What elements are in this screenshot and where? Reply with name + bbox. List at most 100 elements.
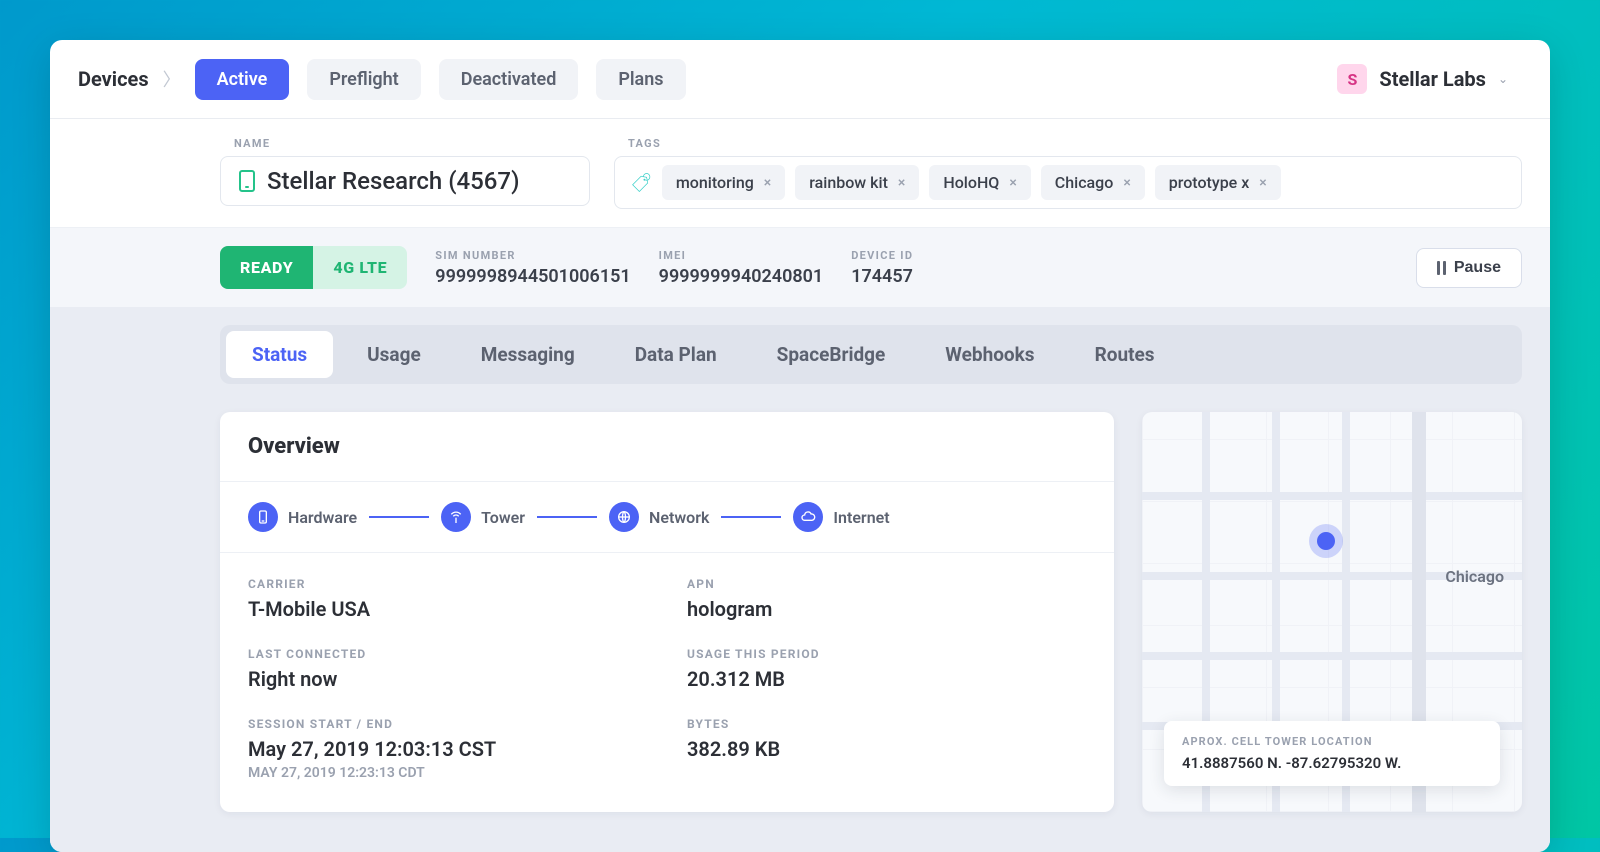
sim-value: 9999998944501006151	[435, 266, 630, 287]
subtab-messaging[interactable]: Messaging	[455, 331, 601, 378]
tab-deactivated[interactable]: Deactivated	[439, 59, 579, 100]
subtab-status[interactable]: Status	[226, 331, 333, 378]
subtab-data-plan[interactable]: Data Plan	[609, 331, 743, 378]
org-switcher[interactable]: S Stellar Labs ⌄	[1323, 58, 1522, 100]
device-icon	[239, 170, 255, 192]
tag-label: HoloHQ	[943, 173, 999, 192]
network-icon	[609, 502, 639, 532]
imei-value: 9999999940240801	[659, 266, 824, 287]
path-node-tower: Tower	[441, 502, 525, 532]
path-label: Hardware	[288, 508, 357, 527]
path-line	[721, 516, 781, 518]
session-label: SESSION START / END	[248, 717, 647, 731]
subtab-routes[interactable]: Routes	[1069, 331, 1181, 378]
status-ready: READY	[220, 246, 313, 289]
map-road	[1142, 492, 1522, 500]
map-badge-title: APROX. CELL TOWER LOCATION	[1182, 735, 1482, 748]
session-end: MAY 27, 2019 12:23:13 CDT	[248, 765, 647, 781]
pause-button[interactable]: Pause	[1416, 248, 1522, 288]
session-start: May 27, 2019 12:03:13 CST	[248, 737, 647, 761]
subtab-webhooks[interactable]: Webhooks	[919, 331, 1060, 378]
tower-icon	[441, 502, 471, 532]
map-card[interactable]: Chicago APROX. CELL TOWER LOCATION 41.88…	[1142, 412, 1522, 812]
last-connected-value: Right now	[248, 667, 647, 691]
bytes-cell: BYTES 382.89 KB	[687, 717, 1086, 781]
path-node-hardware: Hardware	[248, 502, 357, 532]
carrier-value: T-Mobile USA	[248, 597, 647, 621]
sim-number: SIM NUMBER 9999998944501006151	[435, 249, 630, 287]
tag-remove-icon[interactable]: ×	[898, 175, 905, 191]
name-input[interactable]: Stellar Research (4567)	[220, 156, 590, 206]
tag-label: prototype x	[1169, 173, 1250, 192]
subtab-usage[interactable]: Usage	[341, 331, 447, 378]
path-node-internet: Internet	[793, 502, 889, 532]
path-line	[369, 516, 429, 518]
apn-label: APN	[687, 577, 1086, 591]
path-line	[537, 516, 597, 518]
bytes-value: 382.89 KB	[687, 737, 1086, 761]
tags-field: TAGS 🏷 monitoring × rainbow kit × HoloHQ × …	[614, 137, 1522, 209]
session-cell: SESSION START / END May 27, 2019 12:03:1…	[248, 717, 647, 781]
tab-active[interactable]: Active	[195, 59, 290, 100]
map-road	[1142, 652, 1522, 660]
tag-remove-icon[interactable]: ×	[1123, 175, 1130, 191]
device-id-value: 174457	[851, 266, 913, 287]
path-node-network: Network	[609, 502, 709, 532]
status-badge: READY 4G LTE	[220, 246, 407, 289]
breadcrumb-root[interactable]: Devices	[78, 67, 149, 91]
status-network: 4G LTE	[313, 246, 407, 289]
last-connected-cell: LAST CONNECTED Right now	[248, 647, 647, 691]
cloud-icon	[793, 502, 823, 532]
map-location-badge: APROX. CELL TOWER LOCATION 41.8887560 N.…	[1164, 721, 1500, 786]
path-label: Tower	[481, 508, 525, 527]
device-name: Stellar Research (4567)	[267, 167, 519, 195]
tags-input[interactable]: 🏷 monitoring × rainbow kit × HoloHQ × Chica…	[614, 156, 1522, 209]
tag-label: monitoring	[676, 173, 754, 192]
subtabs-wrap: Status Usage Messaging Data Plan SpaceBr…	[50, 307, 1550, 384]
subtab-spacebridge[interactable]: SpaceBridge	[751, 331, 912, 378]
top-bar: Devices 〉 Active Preflight Deactivated P…	[50, 40, 1550, 119]
chevron-right-icon: 〉	[163, 66, 181, 92]
overview-card: Overview Hardware Tower Network	[220, 412, 1114, 812]
last-connected-label: LAST CONNECTED	[248, 647, 647, 661]
tag-label: Chicago	[1055, 173, 1114, 192]
carrier-label: CARRIER	[248, 577, 647, 591]
usage-cell: USAGE THIS PERIOD 20.312 MB	[687, 647, 1086, 691]
hardware-icon	[248, 502, 278, 532]
org-avatar: S	[1337, 64, 1367, 94]
imei: IMEI 9999999940240801	[659, 249, 824, 287]
card-header: Overview	[220, 412, 1114, 482]
tag-label: rainbow kit	[809, 173, 888, 192]
tag-remove-icon[interactable]: ×	[1009, 175, 1016, 191]
map-badge-coords: 41.8887560 N. -87.62795320 W.	[1182, 754, 1482, 772]
map-location-dot	[1317, 532, 1335, 550]
apn-value: hologram	[687, 597, 1086, 621]
device-id-label: DEVICE ID	[851, 249, 913, 262]
tab-preflight[interactable]: Preflight	[307, 59, 420, 100]
top-bar-left: Devices 〉 Active Preflight Deactivated P…	[78, 59, 686, 100]
map-city-label: Chicago	[1445, 567, 1504, 586]
tag-icon: 🏷	[630, 171, 651, 194]
usage-value: 20.312 MB	[687, 667, 1086, 691]
overview-grid: CARRIER T-Mobile USA APN hologram LAST C…	[220, 553, 1114, 811]
pause-icon	[1437, 261, 1446, 275]
tab-plans[interactable]: Plans	[596, 59, 685, 100]
tag-chip: Chicago ×	[1041, 165, 1145, 200]
tag-remove-icon[interactable]: ×	[1259, 175, 1266, 191]
content-area: Overview Hardware Tower Network	[50, 384, 1550, 852]
device-meta-row: NAME Stellar Research (4567) TAGS 🏷 moni…	[50, 119, 1550, 227]
tags-label: TAGS	[614, 137, 1522, 150]
pause-label: Pause	[1454, 259, 1501, 277]
app-window: Devices 〉 Active Preflight Deactivated P…	[50, 40, 1550, 852]
tag-chip: prototype x ×	[1155, 165, 1281, 200]
carrier-cell: CARRIER T-Mobile USA	[248, 577, 647, 621]
org-name: Stellar Labs	[1379, 67, 1486, 91]
sim-label: SIM NUMBER	[435, 249, 630, 262]
path-label: Internet	[833, 508, 889, 527]
tag-chip: HoloHQ ×	[929, 165, 1030, 200]
tag-remove-icon[interactable]: ×	[764, 175, 771, 191]
apn-cell: APN hologram	[687, 577, 1086, 621]
chevron-down-icon: ⌄	[1498, 72, 1508, 86]
path-label: Network	[649, 508, 709, 527]
name-field: NAME Stellar Research (4567)	[220, 137, 590, 209]
